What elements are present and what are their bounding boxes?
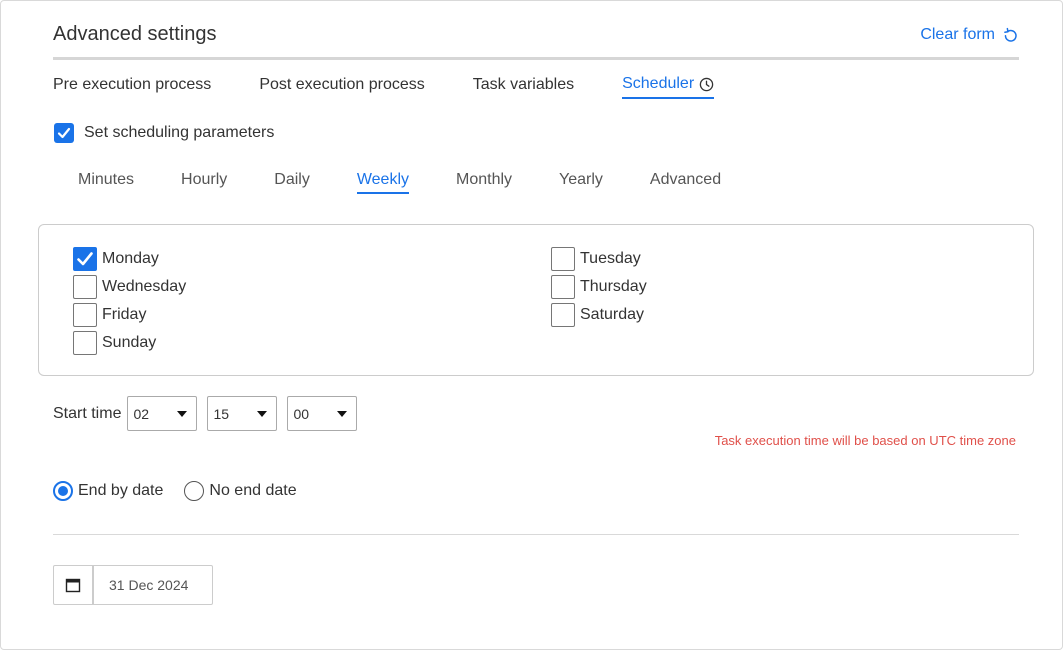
set-scheduling-checkbox[interactable] [54, 123, 74, 143]
day-option-tuesday[interactable]: Tuesday [551, 247, 641, 271]
clock-icon [699, 77, 714, 91]
tab-label: Post execution process [259, 76, 425, 93]
advanced-settings-panel: Advanced settings Clear form Pre executi… [0, 0, 1063, 650]
day-option-thursday[interactable]: Thursday [551, 275, 647, 299]
set-scheduling-label: Set scheduling parameters [84, 124, 275, 141]
tab-label: Task variables [472, 76, 575, 93]
day-option-sunday[interactable]: Sunday [73, 331, 156, 355]
panel-header: Advanced settings Clear form [53, 19, 1019, 60]
utc-timezone-note: Task execution time will be based on UTC… [714, 433, 1016, 448]
tab-post-execution-process[interactable]: Post execution process [259, 75, 424, 99]
caret-down-icon [177, 410, 188, 417]
refresh-icon [1004, 27, 1017, 42]
main-tab-bar: Pre execution process Post execution pro… [53, 75, 762, 99]
tab-advanced[interactable]: Advanced [650, 171, 721, 194]
no-end-date-radio[interactable] [184, 481, 205, 501]
no-end-date-option[interactable]: No end date [184, 481, 297, 501]
end-date-input[interactable] [93, 565, 213, 605]
hour-value: 02 [133, 405, 150, 422]
minute-value: 15 [213, 405, 230, 422]
end-by-date-radio[interactable] [53, 481, 73, 501]
tab-task-variables[interactable]: Task variables [473, 75, 574, 99]
weekday-selection-box: Monday Tuesday Wednesday Thursday Friday… [38, 224, 1034, 376]
radio-label: End by date [78, 482, 164, 499]
start-time-label: Start time [53, 404, 122, 422]
tab-daily[interactable]: Daily [274, 171, 310, 194]
calendar-icon [65, 578, 81, 593]
page-title: Advanced settings [53, 23, 217, 45]
end-by-date-option[interactable]: End by date [53, 481, 163, 501]
checkmark-icon [57, 127, 71, 139]
section-divider [53, 534, 1019, 535]
tuesday-checkbox[interactable] [551, 247, 575, 271]
minute-select[interactable]: 15 [207, 396, 278, 431]
caret-down-icon [337, 410, 348, 417]
tab-label: Scheduler [622, 75, 695, 92]
friday-checkbox[interactable] [73, 303, 97, 327]
second-value: 00 [293, 405, 310, 422]
day-label: Tuesday [580, 250, 641, 267]
tab-monthly[interactable]: Monthly [456, 171, 512, 194]
set-scheduling-parameters[interactable]: Set scheduling parameters [54, 123, 274, 143]
clear-form-button[interactable]: Clear form [920, 26, 1019, 44]
calendar-button[interactable] [53, 565, 93, 605]
clear-form-label: Clear form [920, 26, 995, 43]
end-options-group: End by date No end date [53, 481, 318, 501]
wednesday-checkbox[interactable] [73, 275, 97, 299]
saturday-checkbox[interactable] [551, 303, 575, 327]
checkmark-icon [77, 252, 93, 266]
hour-select[interactable]: 02 [127, 396, 198, 431]
day-option-saturday[interactable]: Saturday [551, 303, 644, 327]
day-label: Sunday [102, 334, 157, 351]
radio-label: No end date [209, 482, 297, 499]
day-option-wednesday[interactable]: Wednesday [73, 275, 186, 299]
day-label: Thursday [580, 278, 647, 295]
tab-minutes[interactable]: Minutes [78, 171, 134, 194]
tab-hourly[interactable]: Hourly [181, 171, 227, 194]
day-label: Wednesday [102, 278, 187, 295]
day-option-friday[interactable]: Friday [73, 303, 146, 327]
day-option-monday[interactable]: Monday [73, 247, 159, 271]
tab-label: Pre execution process [53, 76, 212, 93]
tab-pre-execution-process[interactable]: Pre execution process [53, 75, 211, 99]
tab-scheduler[interactable]: Scheduler [622, 75, 715, 99]
tab-weekly[interactable]: Weekly [356, 171, 409, 194]
day-label: Saturday [580, 306, 645, 323]
radio-selected-dot [58, 486, 68, 496]
sunday-checkbox[interactable] [73, 331, 97, 355]
tab-yearly[interactable]: Yearly [559, 171, 603, 194]
day-label: Friday [102, 306, 147, 323]
frequency-tab-bar: Minutes Hourly Daily Weekly Monthly Year… [78, 171, 768, 194]
start-time-row: Start time 02 15 00 [53, 396, 367, 431]
day-label: Monday [102, 250, 159, 267]
caret-down-icon [257, 410, 268, 417]
thursday-checkbox[interactable] [551, 275, 575, 299]
monday-checkbox[interactable] [73, 247, 97, 271]
second-select[interactable]: 00 [287, 396, 358, 431]
